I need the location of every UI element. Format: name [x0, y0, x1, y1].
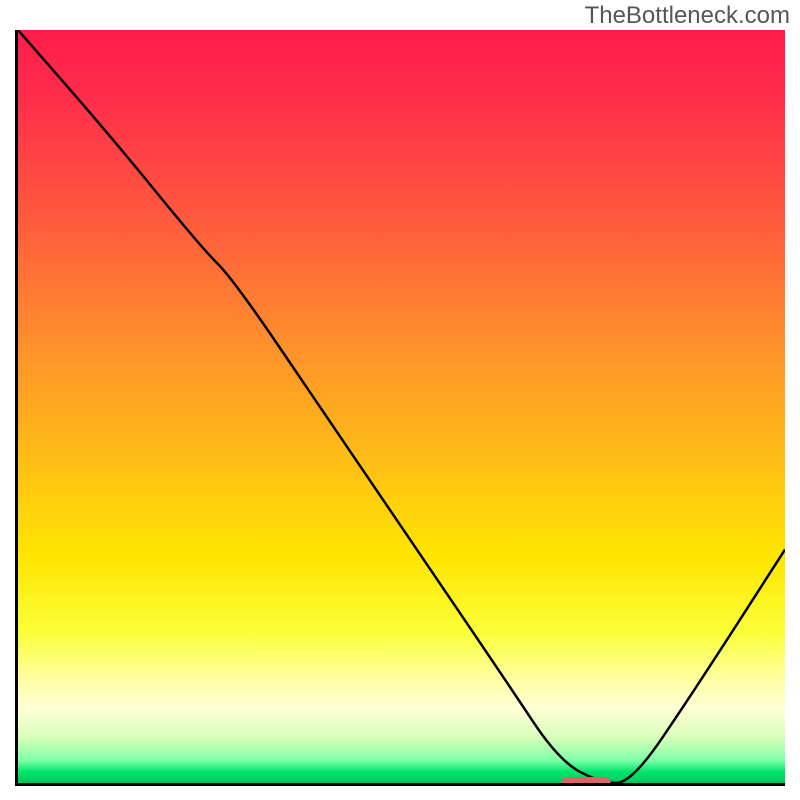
- plot-area: [15, 30, 785, 786]
- curve-svg: [18, 30, 785, 783]
- attribution-text: TheBottleneck.com: [585, 2, 790, 30]
- chart-container: TheBottleneck.com: [0, 0, 800, 800]
- optimal-marker: [561, 777, 611, 786]
- bottleneck-curve: [18, 30, 785, 783]
